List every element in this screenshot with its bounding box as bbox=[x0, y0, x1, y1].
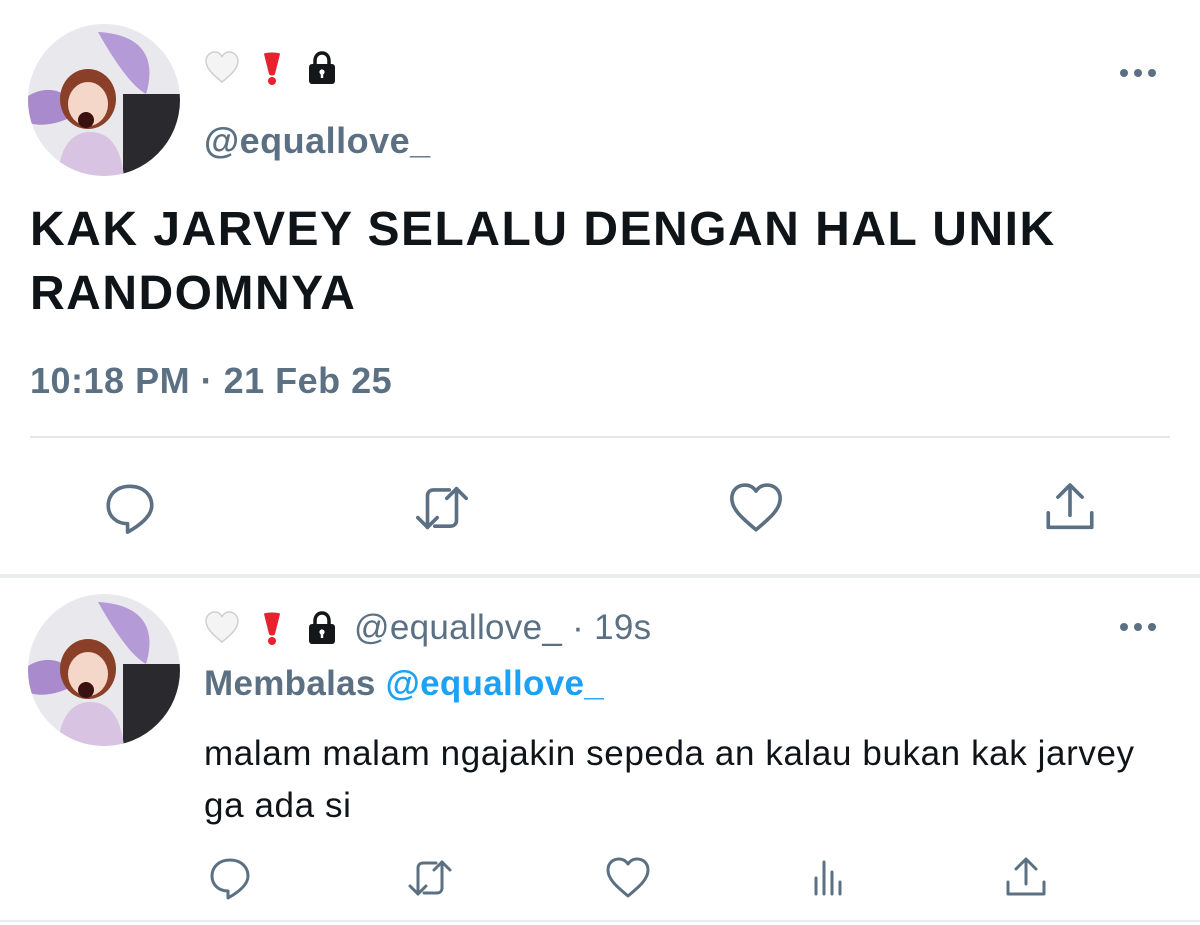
replying-prefix: Membalas bbox=[204, 664, 386, 703]
share-button[interactable] bbox=[1038, 476, 1102, 540]
like-button[interactable] bbox=[596, 846, 660, 910]
replying-mention-link[interactable]: @equallove_ bbox=[386, 664, 604, 703]
section-divider bbox=[0, 920, 1200, 922]
white-heart-icon bbox=[205, 51, 239, 83]
status-emoji-row bbox=[204, 50, 340, 86]
like-icon bbox=[730, 483, 782, 532]
retweet-button[interactable] bbox=[398, 846, 462, 910]
tweet-timestamp[interactable]: 10:18 PM · 21 Feb 25 bbox=[30, 360, 392, 402]
reply-header: @equallove_ · 19s bbox=[204, 608, 651, 648]
share-button[interactable] bbox=[994, 846, 1058, 910]
retweet-button[interactable] bbox=[410, 476, 474, 540]
reply-text: malam malam ngajakin sepeda an kalau buk… bbox=[204, 734, 1135, 825]
more-options-icon[interactable] bbox=[1118, 620, 1162, 634]
lock-icon bbox=[309, 611, 335, 644]
red-exclamation-icon bbox=[264, 52, 280, 85]
like-button[interactable] bbox=[724, 476, 788, 540]
retweet-icon bbox=[416, 486, 468, 530]
analytics-button[interactable] bbox=[796, 846, 860, 910]
tweet-text: KAK JARVEY SELALU DENGAN HAL UNIK RANDOM… bbox=[30, 203, 1056, 320]
reply-handle-time[interactable]: @equallove_ · 19s bbox=[354, 608, 651, 648]
reply-icon bbox=[106, 484, 154, 534]
avatar[interactable] bbox=[28, 24, 180, 176]
replying-to: Membalas @equallove_ bbox=[204, 664, 604, 704]
like-icon bbox=[606, 857, 650, 898]
white-heart-icon bbox=[205, 611, 239, 643]
reply-icon bbox=[210, 858, 250, 900]
lock-icon bbox=[309, 51, 335, 84]
divider bbox=[30, 436, 1170, 438]
red-exclamation-icon bbox=[264, 612, 280, 645]
status-emoji-row bbox=[204, 610, 340, 646]
author-handle[interactable]: @equallove_ bbox=[204, 120, 431, 162]
share-icon bbox=[1046, 483, 1094, 530]
avatar[interactable] bbox=[28, 594, 180, 746]
reply-button[interactable] bbox=[98, 476, 162, 540]
section-divider bbox=[0, 574, 1200, 578]
reply-button[interactable] bbox=[198, 846, 262, 910]
more-options-icon[interactable] bbox=[1118, 66, 1162, 80]
retweet-icon bbox=[408, 860, 452, 896]
analytics-icon bbox=[814, 860, 842, 896]
share-icon bbox=[1006, 857, 1046, 896]
